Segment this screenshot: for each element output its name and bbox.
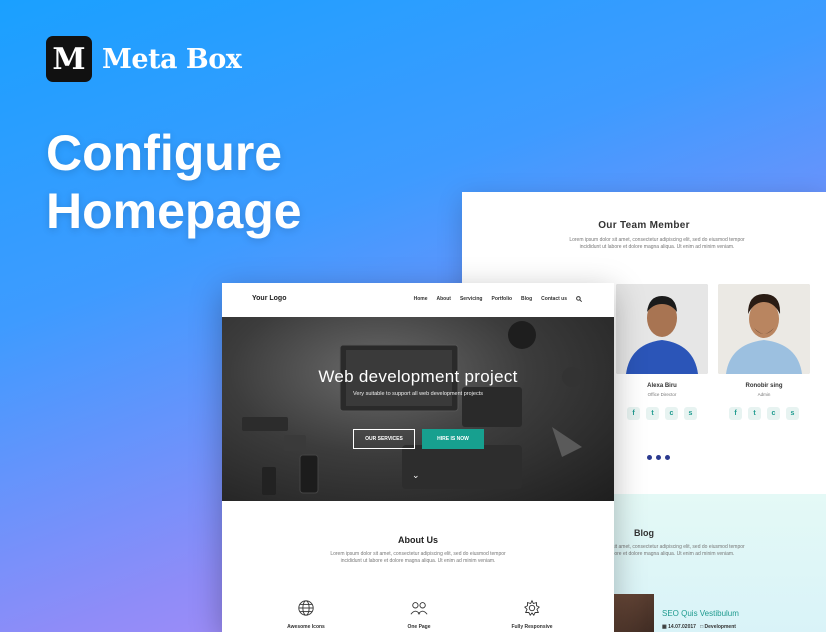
skype-icon[interactable]: s	[786, 407, 799, 420]
blog-post-category: Development	[704, 624, 736, 630]
member-photo-illustration	[616, 284, 708, 374]
feature-item: Fully Responsive	[492, 599, 572, 630]
member-name: Ronobir sing	[745, 383, 783, 389]
member-photo	[718, 284, 810, 374]
about-title: About Us	[398, 535, 438, 545]
calendar-icon: ▦	[662, 624, 667, 630]
feature-label: Awesome Icons	[287, 624, 325, 630]
twitter-icon[interactable]: t	[748, 407, 761, 420]
our-services-button[interactable]: OUR SERVICES	[353, 429, 415, 449]
member-role: Office Director	[647, 392, 677, 397]
feature-item: Awesome Icons	[266, 599, 346, 630]
homepage-navbar: Your Logo Home About Servicing Portfolio…	[222, 283, 614, 317]
hero-title: Web development project	[318, 367, 518, 386]
twitter-icon[interactable]: t	[646, 407, 659, 420]
hire-now-button[interactable]: HIRE IS NOW	[422, 429, 484, 449]
page-headline: Configure Homepage	[46, 124, 302, 240]
facebook-icon[interactable]: f	[627, 407, 640, 420]
nav-item-contact[interactable]: Contact us	[541, 296, 567, 304]
nav-item-about[interactable]: About	[437, 296, 451, 304]
headline-line-1: Configure	[46, 125, 283, 181]
nav-menu: Home About Servicing Portfolio Blog Cont…	[414, 296, 583, 304]
about-description: Lorem ipsum dolor sit amet, consectetur …	[330, 551, 506, 564]
carousel-dot[interactable]	[665, 455, 670, 460]
member-photo-illustration	[718, 284, 810, 374]
hero-subtitle: Very suitable to support all web develop…	[353, 391, 483, 397]
nav-item-blog[interactable]: Blog	[521, 296, 532, 304]
folder-icon: □	[700, 624, 704, 630]
brand-name: Meta Box	[102, 43, 242, 75]
search-icon[interactable]	[576, 296, 583, 304]
carousel-dot[interactable]	[656, 455, 661, 460]
member-role: Admin	[757, 392, 771, 397]
hero-banner: Web development project Very suitable to…	[222, 317, 614, 501]
blog-thumbnail[interactable]	[614, 594, 654, 632]
globe-icon	[266, 599, 346, 617]
skype-icon[interactable]: s	[684, 407, 697, 420]
chevron-down-icon[interactable]: ⌄	[412, 470, 420, 481]
brand: M Meta Box	[46, 36, 242, 82]
feature-label: Fully Responsive	[511, 624, 553, 630]
team-description: Lorem ipsum dolor sit amet, consectetur …	[569, 237, 745, 250]
nav-item-servicing[interactable]: Servicing	[460, 296, 483, 304]
users-icon	[379, 599, 459, 617]
nav-item-home[interactable]: Home	[414, 296, 428, 304]
meta-box-logo-icon: M	[46, 36, 92, 82]
feature-item: One Page	[379, 599, 459, 630]
team-member-card: Ronobir sing Admin f t c s	[710, 284, 818, 489]
blog-post-meta: ▦ 14.07.02017 □ Development	[662, 624, 736, 630]
nav-item-portfolio[interactable]: Portfolio	[491, 296, 512, 304]
chat-icon[interactable]: c	[767, 407, 780, 420]
carousel-dots[interactable]	[647, 455, 670, 460]
carousel-dot[interactable]	[647, 455, 652, 460]
chat-icon[interactable]: c	[665, 407, 678, 420]
site-logo[interactable]: Your Logo	[252, 295, 286, 302]
headline-line-2: Homepage	[46, 183, 302, 239]
gear-icon	[492, 599, 572, 617]
homepage-preview: Your Logo Home About Servicing Portfolio…	[222, 283, 614, 632]
member-name: Alexa Biru	[647, 383, 677, 389]
facebook-icon[interactable]: f	[729, 407, 742, 420]
blog-post-date: 14.07.02017	[668, 624, 696, 630]
member-photo	[616, 284, 708, 374]
blog-post-title[interactable]: SEO Quis Vestibulum	[662, 609, 739, 618]
team-title: Our Team Member	[598, 220, 690, 231]
feature-label: One Page	[407, 624, 431, 630]
